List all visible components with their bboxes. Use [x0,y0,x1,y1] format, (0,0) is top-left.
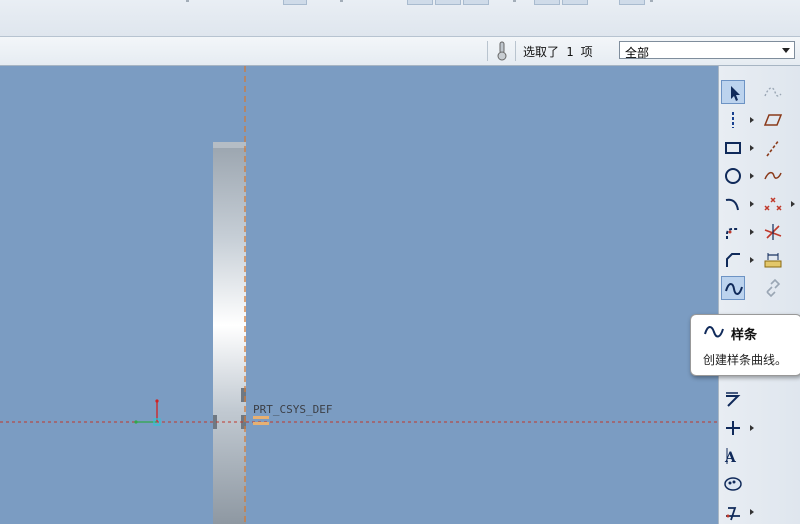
circle-button[interactable] [721,164,745,188]
text-button[interactable]: A [721,444,745,468]
svg-text:A: A [724,450,737,466]
chamfer-icon [726,253,740,267]
chevron-right-icon[interactable] [750,257,754,263]
circle-icon [725,168,741,184]
chevron-right-icon[interactable] [750,425,754,431]
curve-icon [764,171,782,180]
ribbon-divider [340,0,343,2]
line-button[interactable] [761,136,785,160]
centerline-icon [732,112,734,128]
divider [487,41,488,61]
curve-button[interactable] [761,164,785,188]
chevron-right-icon[interactable] [750,173,754,179]
ribbon-button[interactable] [463,0,489,5]
palette-icon [724,477,742,491]
fillet-button[interactable] [721,220,745,244]
point-icon [726,421,740,435]
modify-icon [726,507,740,521]
spline-icon [704,326,724,338]
palette-button[interactable] [721,472,745,496]
chain-link-icon [766,278,781,298]
status-light-icon[interactable] [495,41,509,61]
ribbon-button[interactable] [562,0,588,5]
ribbon-button[interactable] [534,0,560,5]
offset-icon [764,87,782,97]
csys-icon[interactable] [134,399,161,426]
fillet-icon [726,228,739,239]
tooltip-description: 创建样条曲线。 [703,353,788,367]
arc-icon [725,198,739,211]
chevron-right-icon[interactable] [750,117,754,123]
delete-segment-button[interactable] [761,220,785,244]
tooltip-title: 样条 [731,328,758,343]
centerline-button[interactable] [721,108,745,132]
point-button[interactable] [721,416,745,440]
ribbon-divider [186,0,189,2]
modify-button[interactable] [721,500,745,524]
chevron-down-icon[interactable] [782,48,790,53]
dimension-icon [764,253,782,268]
csys-marker[interactable] [253,416,269,425]
arc-button[interactable] [721,192,745,216]
divide-icon [726,392,741,407]
ribbon-divider [650,0,653,2]
divide-button[interactable] [721,388,745,412]
ribbon-button[interactable] [619,0,645,5]
ribbon-button[interactable] [435,0,461,5]
line-icon [766,139,780,157]
divider [515,41,516,61]
delete-segment-icon [764,224,782,240]
chevron-right-icon[interactable] [750,201,754,207]
spline-icon [725,283,743,295]
selection-filter-dropdown[interactable]: 全部 [619,41,795,60]
part-model[interactable] [213,142,246,524]
rectangle-button[interactable] [721,136,745,160]
ribbon [0,0,800,37]
chevron-right-icon[interactable] [750,145,754,151]
constraint-button[interactable] [761,276,785,300]
spline-button[interactable] [721,276,745,300]
spline-tooltip: 样条 创建样条曲线。 [690,314,800,376]
chevron-right-icon[interactable] [791,201,795,207]
ribbon-button[interactable] [407,0,433,5]
csys-label: PRT_CSYS_DEF [253,403,332,416]
offset-button[interactable] [761,80,785,104]
sketch-toolbar: A [718,66,800,524]
select-arrow-button[interactable] [721,80,745,104]
selection-count: 选取了 1 项 [523,45,593,59]
dimension-button[interactable] [761,248,785,272]
parallelogram-icon [763,114,783,126]
chevron-right-icon[interactable] [750,229,754,235]
points-button[interactable] [761,192,785,216]
chamfer-button[interactable] [721,248,745,272]
parallelogram-button[interactable] [761,108,785,132]
ribbon-button[interactable] [283,0,307,5]
ribbon-divider [513,0,516,2]
select-arrow-icon [731,86,740,101]
rectangle-icon [725,142,741,154]
status-bar: 选取了 1 项 全部 [0,37,800,66]
points-icon [764,197,782,211]
text-icon: A [724,448,737,466]
filter-value: 全部 [625,46,650,60]
chevron-right-icon[interactable] [750,509,754,515]
graphics-window[interactable]: PRT_CSYS_DEF [0,66,718,524]
